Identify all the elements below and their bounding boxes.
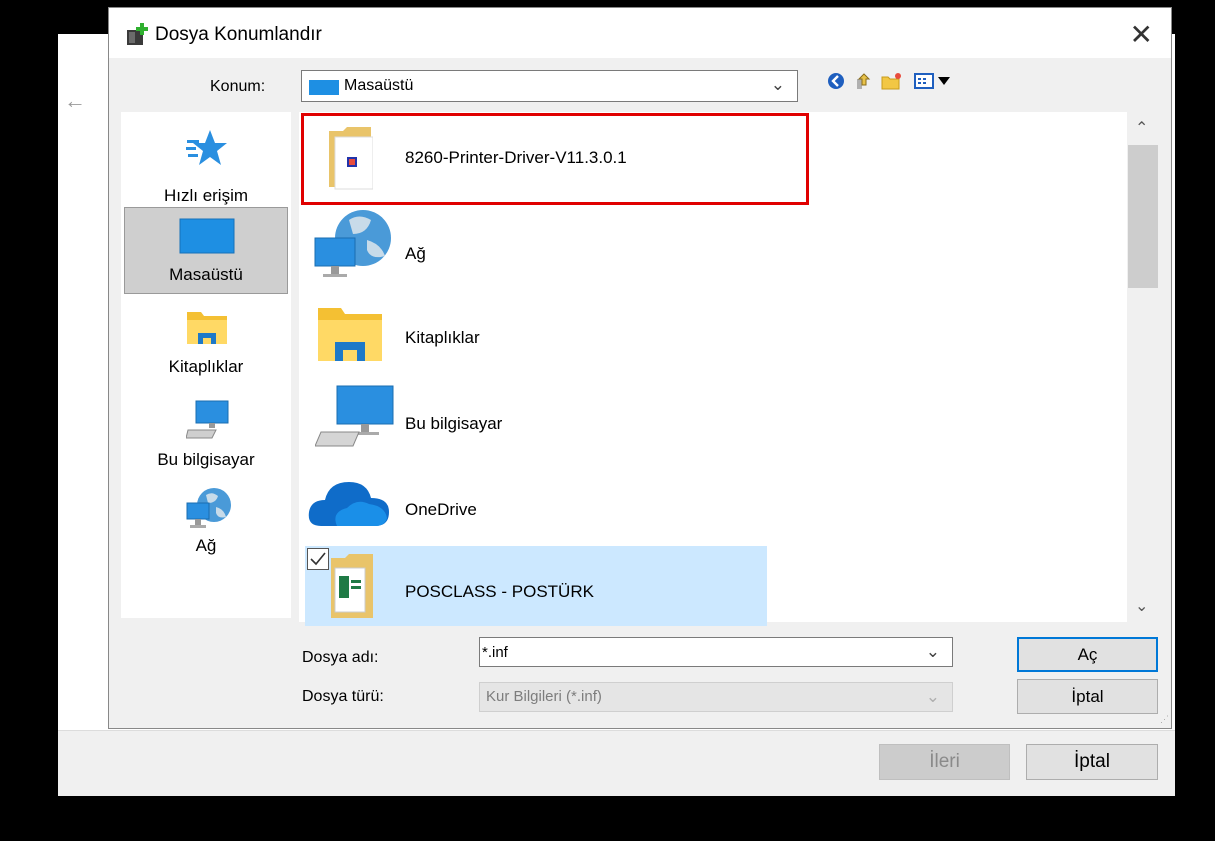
close-icon[interactable]: ✕ — [1130, 18, 1153, 51]
title-bar: Dosya Konumlandır ✕ — [109, 8, 1171, 58]
file-list: 8260-Printer-Driver-V11.3.0.1 Ağ Kitaplı… — [299, 112, 1159, 626]
file-name: OneDrive — [405, 500, 477, 519]
sidebar-item-desktop[interactable]: Masaüstü — [124, 207, 288, 294]
computer-icon — [315, 385, 394, 447]
location-label: Konum: — [210, 78, 266, 95]
network-icon — [314, 210, 391, 277]
scroll-down-icon[interactable]: ⌄ — [1135, 596, 1148, 616]
sidebar-item-libraries[interactable]: Kitaplıklar — [124, 302, 288, 382]
file-dialog: Dosya Konumlandır ✕ Konum: Masaüstü ⌄ Hı… — [108, 7, 1172, 729]
scroll-thumb[interactable] — [1128, 145, 1158, 288]
list-item-onedrive[interactable]: OneDrive — [305, 460, 767, 542]
dialog-title: Dosya Konumlandır — [155, 24, 322, 45]
libraries-icon — [318, 308, 382, 361]
vertical-scrollbar[interactable]: ⌃ ⌄ — [1127, 112, 1159, 622]
new-folder-icon[interactable] — [881, 72, 903, 90]
resize-grip-icon[interactable]: ⋰ — [1160, 714, 1169, 725]
checkbox-icon[interactable] — [307, 548, 329, 570]
sidebar-item-label: Ağ — [195, 536, 217, 555]
star-icon — [186, 130, 227, 165]
location-value: Masaüstü — [344, 77, 414, 94]
filename-label: Dosya adı: — [302, 649, 379, 666]
view-menu-icon[interactable] — [914, 73, 934, 89]
places-sidebar: Hızlı erişim Masaüstü Kitaplıklar Bu bil… — [121, 112, 291, 618]
chevron-down-icon: ⌄ — [770, 75, 785, 94]
sidebar-item-label: Bu bilgisayar — [157, 450, 255, 469]
folder-icon — [331, 554, 373, 618]
chevron-down-icon[interactable]: ⌄ — [926, 642, 940, 662]
back-icon[interactable] — [827, 72, 845, 90]
file-name: Ağ — [405, 244, 426, 263]
scroll-up-icon[interactable]: ⌃ — [1135, 118, 1148, 138]
computer-icon — [186, 400, 229, 439]
location-dropdown[interactable]: Masaüstü ⌄ — [301, 70, 798, 102]
list-item-posclass[interactable]: POSCLASS - POSTÜRK — [305, 546, 767, 626]
network-icon — [186, 488, 231, 528]
chevron-down-icon: ⌄ — [925, 687, 940, 706]
file-name: POSCLASS - POSTÜRK — [405, 582, 594, 601]
back-arrow-icon[interactable]: ← — [64, 88, 86, 114]
sidebar-item-label: Kitaplıklar — [168, 357, 244, 376]
file-name: Bu bilgisayar — [405, 414, 503, 433]
up-folder-icon[interactable] — [854, 71, 874, 91]
cancel-button[interactable]: İptal — [1017, 679, 1158, 714]
sidebar-item-quick-access[interactable]: Hızlı erişim — [124, 120, 288, 205]
desktop-icon — [179, 218, 235, 254]
list-item-this-pc[interactable]: Bu bilgisayar — [305, 376, 767, 458]
dropdown-arrow-icon[interactable] — [937, 76, 951, 86]
list-item-libraries[interactable]: Kitaplıklar — [305, 290, 767, 372]
sidebar-item-label: Hızlı erişim — [163, 186, 249, 205]
next-button[interactable]: İleri — [879, 744, 1010, 780]
filetype-label: Dosya türü: — [302, 688, 384, 705]
file-name: Kitaplıklar — [405, 328, 480, 347]
sidebar-item-network[interactable]: Ağ — [124, 484, 288, 564]
filetype-value: Kur Bilgileri (*.inf) — [486, 688, 602, 705]
libraries-icon — [187, 312, 227, 344]
add-printer-icon — [127, 23, 148, 45]
sidebar-item-this-pc[interactable]: Bu bilgisayar — [124, 394, 288, 474]
list-item-network[interactable]: Ağ — [305, 204, 767, 286]
cloud-icon — [308, 482, 389, 526]
open-button[interactable]: Aç — [1017, 637, 1158, 672]
filename-input[interactable] — [482, 640, 902, 664]
filename-combobox[interactable]: ⌄ — [479, 637, 953, 667]
desktop-icon — [309, 80, 339, 95]
filetype-dropdown[interactable]: Kur Bilgileri (*.inf) ⌄ — [479, 682, 953, 712]
toolbar — [827, 70, 959, 94]
highlight-box — [301, 113, 809, 205]
sidebar-item-label: Masaüstü — [169, 265, 243, 284]
wizard-cancel-button[interactable]: İptal — [1026, 744, 1158, 780]
